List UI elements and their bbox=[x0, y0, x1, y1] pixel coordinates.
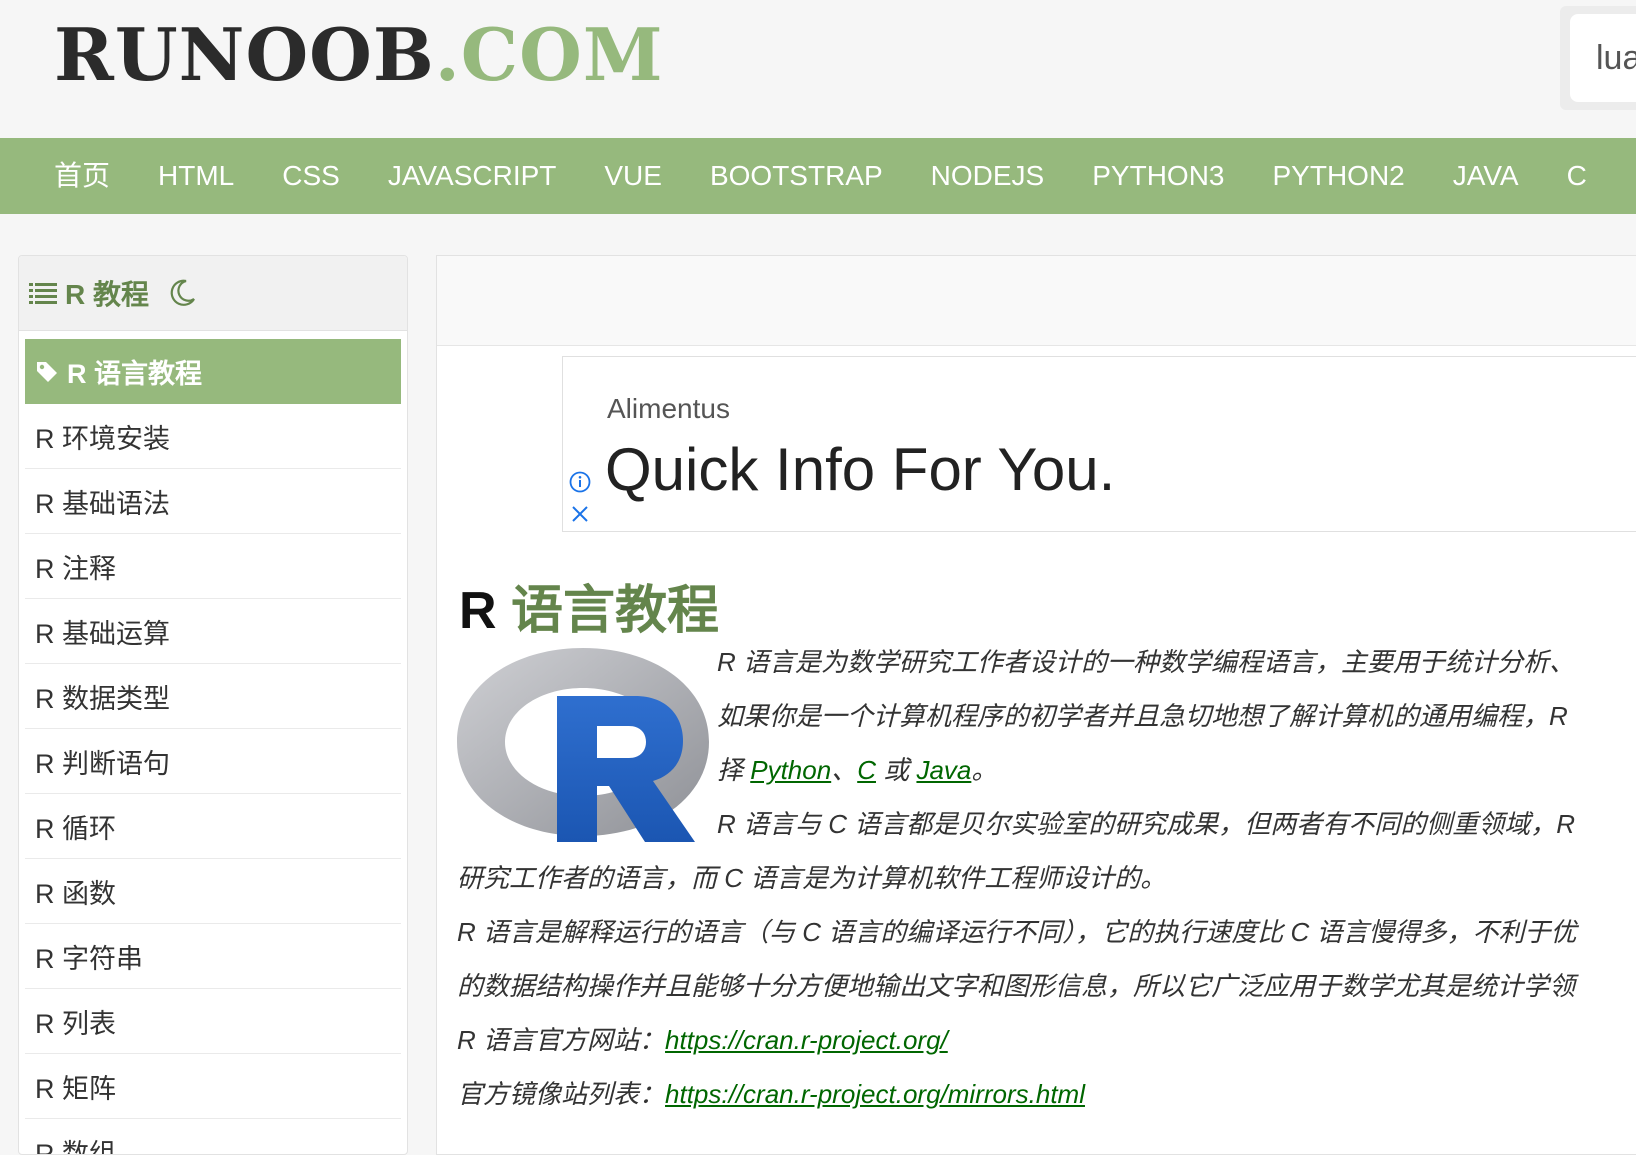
ad-brand: Alimentus bbox=[607, 393, 730, 425]
official-site-line: R 语言官方网站：https://cran.r-project.org/ bbox=[457, 1022, 948, 1058]
ad-banner[interactable]: Alimentus Quick Info For You. bbox=[562, 356, 1636, 532]
sidebar: R 教程 R 语言教程 R 环境安装 R 基础语法 R 注释 R 基础运算 R … bbox=[18, 255, 408, 1155]
intro-paragraph-3b: 研究工作者的语言，而 C 语言是为计算机软件工程师设计的。 bbox=[457, 860, 1166, 896]
sidebar-item-label: R 环境安装 bbox=[35, 417, 170, 456]
official-site-link[interactable]: https://cran.r-project.org/ bbox=[665, 1025, 948, 1055]
nav-item-c[interactable]: C bbox=[1543, 138, 1611, 214]
site-header: RUNOOB.COM bbox=[0, 0, 1636, 138]
nav-item-python3[interactable]: PYTHON3 bbox=[1068, 138, 1248, 214]
list-icon bbox=[29, 281, 57, 305]
info-icon[interactable] bbox=[569, 471, 591, 493]
sidebar-header: R 教程 bbox=[19, 256, 407, 331]
text-fragment: 或 bbox=[876, 755, 916, 785]
sidebar-item-label: R 字符串 bbox=[35, 937, 143, 976]
python-link[interactable]: Python bbox=[750, 755, 831, 785]
nav-item-javascript[interactable]: JAVASCRIPT bbox=[364, 138, 581, 214]
sidebar-item-label: R 基础语法 bbox=[35, 482, 170, 521]
intro-paragraph-4b: 的数据结构操作并且能够十分方便地输出文字和图形信息，所以它广泛应用于数学尤其是统… bbox=[457, 968, 1575, 1004]
nav-item-cpp[interactable]: C bbox=[1611, 138, 1636, 214]
content-top-bar bbox=[437, 256, 1636, 346]
r-language-logo bbox=[457, 646, 709, 842]
close-icon[interactable] bbox=[569, 503, 591, 525]
nav-item-java[interactable]: JAVA bbox=[1429, 138, 1543, 214]
sidebar-item-r-tutorial[interactable]: R 语言教程 bbox=[25, 339, 401, 404]
mirror-list-label: 官方镜像站列表： bbox=[457, 1079, 665, 1109]
c-link[interactable]: C bbox=[857, 755, 876, 785]
text-fragment: 、 bbox=[831, 755, 857, 785]
mirror-list-line: 官方镜像站列表：https://cran.r-project.org/mirro… bbox=[457, 1076, 1085, 1112]
sidebar-item-label: R 数据类型 bbox=[35, 677, 170, 716]
intro-paragraph-1: R 语言是为数学研究工作者设计的一种数学编程语言，主要用于统计分析、 bbox=[717, 644, 1575, 680]
sidebar-item-strings[interactable]: R 字符串 bbox=[25, 924, 401, 989]
sidebar-item-data-types[interactable]: R 数据类型 bbox=[25, 664, 401, 729]
ad-headline[interactable]: Quick Info For You. bbox=[605, 435, 1115, 504]
java-link[interactable]: Java bbox=[916, 755, 971, 785]
nav-item-nodejs[interactable]: NODEJS bbox=[907, 138, 1069, 214]
sidebar-item-comments[interactable]: R 注释 bbox=[25, 534, 401, 599]
page-title-r: R bbox=[459, 582, 497, 640]
nav-item-python2[interactable]: PYTHON2 bbox=[1248, 138, 1428, 214]
sidebar-list: R 语言教程 R 环境安装 R 基础语法 R 注释 R 基础运算 R 数据类型 … bbox=[19, 331, 407, 1155]
search-input[interactable] bbox=[1570, 14, 1636, 102]
sidebar-item-label: R 语言教程 bbox=[67, 352, 202, 391]
sidebar-item-label: R 循环 bbox=[35, 807, 116, 846]
sidebar-item-label: R 注释 bbox=[35, 547, 116, 586]
nav-item-home[interactable]: 首页 bbox=[30, 138, 134, 214]
sidebar-title: R 教程 bbox=[65, 273, 149, 313]
sidebar-item-operators[interactable]: R 基础运算 bbox=[25, 599, 401, 664]
sidebar-item-lists[interactable]: R 列表 bbox=[25, 989, 401, 1054]
nav-item-html[interactable]: HTML bbox=[134, 138, 258, 214]
site-logo[interactable]: RUNOOB.COM bbox=[54, 10, 664, 100]
intro-paragraph-2a: 如果你是一个计算机程序的初学者并且急切地想了解计算机的通用编程，R bbox=[717, 698, 1568, 734]
logo-main-text: RUNOOB bbox=[54, 12, 435, 97]
sidebar-item-syntax[interactable]: R 基础语法 bbox=[25, 469, 401, 534]
sidebar-item-label: R 数组 bbox=[35, 1132, 116, 1155]
text-fragment: 。 bbox=[971, 755, 997, 785]
nav-item-bootstrap[interactable]: BOOTSTRAP bbox=[686, 138, 907, 214]
sidebar-item-conditionals[interactable]: R 判断语句 bbox=[25, 729, 401, 794]
sidebar-item-matrix[interactable]: R 矩阵 bbox=[25, 1054, 401, 1119]
search-box bbox=[1560, 6, 1636, 110]
sidebar-item-loops[interactable]: R 循环 bbox=[25, 794, 401, 859]
sidebar-item-label: R 判断语句 bbox=[35, 742, 170, 781]
sidebar-item-install[interactable]: R 环境安装 bbox=[25, 404, 401, 469]
text-fragment: 择 bbox=[717, 755, 750, 785]
sidebar-item-arrays[interactable]: R 数组 bbox=[25, 1119, 401, 1155]
nav-item-vue[interactable]: VUE bbox=[580, 138, 686, 214]
mirror-list-link[interactable]: https://cran.r-project.org/mirrors.html bbox=[665, 1079, 1085, 1109]
intro-paragraph-2b: 择 Python、C 或 Java。 bbox=[717, 752, 997, 788]
sidebar-item-label: R 基础运算 bbox=[35, 612, 170, 651]
logo-suffix-text: .COM bbox=[435, 12, 664, 97]
intro-paragraph-3a: R 语言与 C 语言都是贝尔实验室的研究成果，但两者有不同的侧重领域，R bbox=[717, 806, 1575, 842]
sidebar-item-label: R 函数 bbox=[35, 872, 116, 911]
nav-item-css[interactable]: CSS bbox=[258, 138, 364, 214]
tag-icon bbox=[35, 360, 59, 384]
sidebar-item-label: R 列表 bbox=[35, 1002, 116, 1041]
sidebar-item-functions[interactable]: R 函数 bbox=[25, 859, 401, 924]
page-title-text: 语言教程 bbox=[511, 582, 719, 640]
moon-icon[interactable] bbox=[167, 278, 197, 308]
official-site-label: R 语言官方网站： bbox=[457, 1025, 665, 1055]
page-title: R 语言教程 bbox=[459, 568, 719, 643]
sidebar-item-label: R 矩阵 bbox=[35, 1067, 116, 1106]
main-content: Alimentus Quick Info For You. R 语言教程 R 语… bbox=[436, 255, 1636, 1155]
top-nav: 首页 HTML CSS JAVASCRIPT VUE BOOTSTRAP NOD… bbox=[0, 138, 1636, 214]
intro-paragraph-4a: R 语言是解释运行的语言（与 C 语言的编译运行不同），它的执行速度比 C 语言… bbox=[457, 914, 1576, 950]
